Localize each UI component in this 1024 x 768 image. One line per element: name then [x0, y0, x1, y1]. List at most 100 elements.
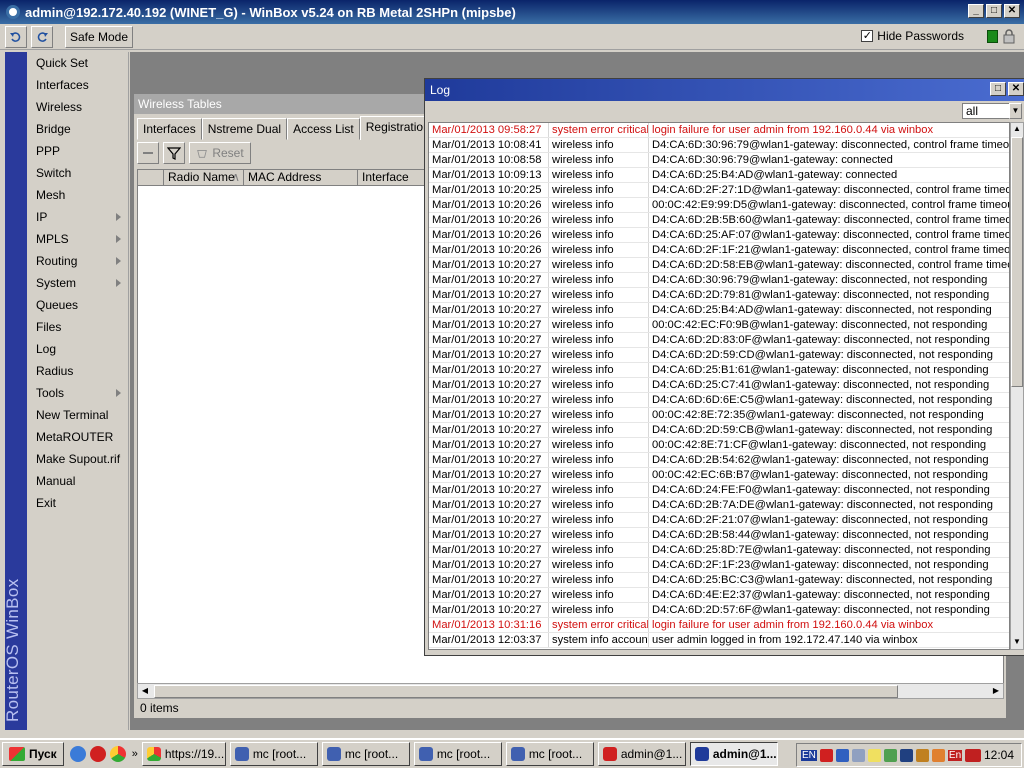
log-row[interactable]: Mar/01/2013 10:20:27 wireless info 00:0C:4…	[429, 408, 1009, 423]
scroll-left-icon[interactable]: ◀	[139, 685, 151, 697]
sidebar-item-bridge[interactable]: Bridge	[27, 118, 128, 140]
chrome-quicklaunch-icon[interactable]	[109, 746, 126, 762]
reset-button[interactable]: Reset	[189, 142, 251, 164]
log-row[interactable]: Mar/01/2013 10:20:27 wireless info 00:0C:4…	[429, 468, 1009, 483]
minimize-button[interactable]: _	[968, 4, 984, 18]
log-row[interactable]: Mar/01/2013 10:20:27 wireless info D4:CA:6…	[429, 543, 1009, 558]
tab-access-list[interactable]: Access List	[287, 118, 360, 140]
ati-tray-icon[interactable]	[965, 748, 982, 762]
sidebar-item-ppp[interactable]: PPP	[27, 140, 128, 162]
log-row[interactable]: Mar/01/2013 10:20:26 wireless info 00:0C:4…	[429, 198, 1009, 213]
hide-passwords-toggle[interactable]: ✓ Hide Passwords	[861, 29, 964, 43]
chat-tray-icon[interactable]	[867, 748, 881, 762]
sidebar-item-quick-set[interactable]: Quick Set	[27, 52, 128, 74]
log-row[interactable]: Mar/01/2013 10:20:27 wireless info 00:0C:4…	[429, 318, 1009, 333]
log-title-bar[interactable]: Log □ ✕	[425, 79, 1024, 101]
scroll-right-icon[interactable]: ▶	[990, 685, 1002, 697]
log-row[interactable]: Mar/01/2013 10:20:27 wireless info D4:CA:6…	[429, 348, 1009, 363]
scroll-thumb[interactable]	[154, 685, 898, 698]
log-row[interactable]: Mar/01/2013 10:20:27 wireless info D4:CA:6…	[429, 258, 1009, 273]
sidebar-item-ip[interactable]: IP	[27, 206, 128, 228]
scroll-down-icon[interactable]: ▼	[1011, 636, 1023, 648]
start-button[interactable]: Пуск	[2, 742, 64, 766]
window-title-bar[interactable]: admin@192.172.40.192 (WINET_G) - WinBox …	[0, 0, 1024, 24]
log-row[interactable]: Mar/01/2013 10:20:26 wireless info D4:CA:6…	[429, 213, 1009, 228]
safe-mode-button[interactable]: Safe Mode	[65, 26, 133, 48]
taskbar-item[interactable]: mc [root...	[505, 742, 594, 766]
speaker-tray-icon[interactable]	[915, 748, 929, 762]
log-filter-select[interactable]: all ▼	[962, 103, 1022, 119]
log-row[interactable]: Mar/01/2013 10:31:16 system error critica…	[429, 618, 1009, 633]
log-row[interactable]: Mar/01/2013 10:20:27 wireless info D4:CA:6…	[429, 528, 1009, 543]
maximize-button[interactable]: □	[986, 4, 1002, 18]
undo-button[interactable]	[5, 26, 27, 48]
log-row[interactable]: Mar/01/2013 10:20:26 wireless info D4:CA:6…	[429, 228, 1009, 243]
sidebar-item-exit[interactable]: Exit	[27, 492, 128, 514]
shield-tray-icon[interactable]	[883, 748, 897, 762]
log-row[interactable]: Mar/01/2013 10:20:27 wireless info D4:CA:6…	[429, 513, 1009, 528]
log-row[interactable]: Mar/01/2013 09:58:27 system error critica…	[429, 123, 1009, 138]
log-row[interactable]: Mar/01/2013 10:20:27 wireless info D4:CA:6…	[429, 273, 1009, 288]
sidebar-item-switch[interactable]: Switch	[27, 162, 128, 184]
app-tray-icon[interactable]	[899, 748, 913, 762]
log-row[interactable]: Mar/01/2013 10:20:25 wireless info D4:CA:6…	[429, 183, 1009, 198]
vertical-scroll-thumb[interactable]	[1011, 137, 1023, 387]
sidebar-item-radius[interactable]: Radius	[27, 360, 128, 382]
flag-tray-icon[interactable]	[819, 748, 833, 762]
sidebar-item-wireless[interactable]: Wireless	[27, 96, 128, 118]
log-row[interactable]: Mar/01/2013 10:20:27 wireless info D4:CA:6…	[429, 333, 1009, 348]
sidebar-item-mpls[interactable]: MPLS	[27, 228, 128, 250]
column-mac-address[interactable]: MAC Address	[244, 170, 358, 185]
log-row[interactable]: Mar/01/2013 10:09:13 wireless info D4:CA:6…	[429, 168, 1009, 183]
opera-quicklaunch-icon[interactable]	[89, 746, 106, 762]
log-row[interactable]: Mar/01/2013 10:20:27 wireless info 00:0C:4…	[429, 438, 1009, 453]
taskbar-item[interactable]: mc [root...	[321, 742, 410, 766]
column-radio-name[interactable]: Radio Name ∧	[164, 170, 244, 185]
log-row[interactable]: Mar/01/2013 12:03:37 system info account u…	[429, 633, 1009, 648]
sidebar-item-routing[interactable]: Routing	[27, 250, 128, 272]
tab-nstreme-dual[interactable]: Nstreme Dual	[201, 118, 288, 140]
log-table[interactable]: Mar/01/2013 09:58:27 system error critica…	[428, 122, 1010, 650]
redo-button[interactable]	[31, 26, 53, 48]
taskbar-item[interactable]: admin@1...	[597, 742, 686, 766]
log-row[interactable]: Mar/01/2013 10:20:27 wireless info D4:CA:6…	[429, 303, 1009, 318]
chevron-down-icon[interactable]: ▼	[1009, 103, 1022, 119]
log-row[interactable]: Mar/01/2013 10:20:27 wireless info D4:CA:6…	[429, 603, 1009, 618]
log-close-button[interactable]: ✕	[1008, 82, 1024, 96]
log-row[interactable]: Mar/01/2013 10:20:27 wireless info D4:CA:6…	[429, 288, 1009, 303]
hide-passwords-checkbox[interactable]: ✓	[861, 30, 874, 42]
sidebar-item-mesh[interactable]: Mesh	[27, 184, 128, 206]
sidebar-item-manual[interactable]: Manual	[27, 470, 128, 492]
clock[interactable]: 12:04	[984, 748, 1014, 762]
sidebar-item-files[interactable]: Files	[27, 316, 128, 338]
tool-tray-icon[interactable]	[931, 748, 945, 762]
horizontal-scrollbar[interactable]: ◀ ▶	[137, 683, 1004, 699]
log-maximize-button[interactable]: □	[990, 82, 1006, 96]
taskbar-item[interactable]: mc [root...	[229, 742, 318, 766]
log-row[interactable]: Mar/01/2013 10:08:58 wireless info D4:CA:6…	[429, 153, 1009, 168]
log-row[interactable]: Mar/01/2013 10:20:27 wireless info D4:CA:6…	[429, 393, 1009, 408]
log-row[interactable]: Mar/01/2013 10:20:27 wireless info D4:CA:6…	[429, 558, 1009, 573]
scroll-up-icon[interactable]: ▲	[1011, 123, 1023, 135]
close-button[interactable]: ✕	[1004, 4, 1020, 18]
sidebar-item-queues[interactable]: Queues	[27, 294, 128, 316]
language-indicator-secondary[interactable]: En	[947, 749, 963, 761]
network-tray-icon[interactable]	[835, 748, 849, 762]
log-row[interactable]: Mar/01/2013 10:20:27 wireless info D4:CA:6…	[429, 588, 1009, 603]
sidebar-item-tools[interactable]: Tools	[27, 382, 128, 404]
taskbar-item[interactable]: admin@1...	[689, 742, 778, 766]
log-row[interactable]: Mar/01/2013 10:20:27 wireless info D4:CA:6…	[429, 378, 1009, 393]
sidebar-item-system[interactable]: System	[27, 272, 128, 294]
log-row[interactable]: Mar/01/2013 10:20:27 wireless info D4:CA:6…	[429, 483, 1009, 498]
log-row[interactable]: Mar/01/2013 10:20:27 wireless info D4:CA:6…	[429, 453, 1009, 468]
taskbar-item[interactable]: https://19...	[141, 742, 226, 766]
sidebar-item-make-supout-rif[interactable]: Make Supout.rif	[27, 448, 128, 470]
sidebar-item-interfaces[interactable]: Interfaces	[27, 74, 128, 96]
monitor-tray-icon[interactable]	[851, 748, 865, 762]
tab-interfaces[interactable]: Interfaces	[137, 118, 202, 140]
log-row[interactable]: Mar/01/2013 10:20:27 wireless info D4:CA:6…	[429, 423, 1009, 438]
sidebar-item-metarouter[interactable]: MetaROUTER	[27, 426, 128, 448]
remove-button[interactable]	[137, 142, 159, 164]
language-indicator[interactable]: EN	[801, 749, 817, 761]
log-row[interactable]: Mar/01/2013 10:20:27 wireless info D4:CA:6…	[429, 363, 1009, 378]
